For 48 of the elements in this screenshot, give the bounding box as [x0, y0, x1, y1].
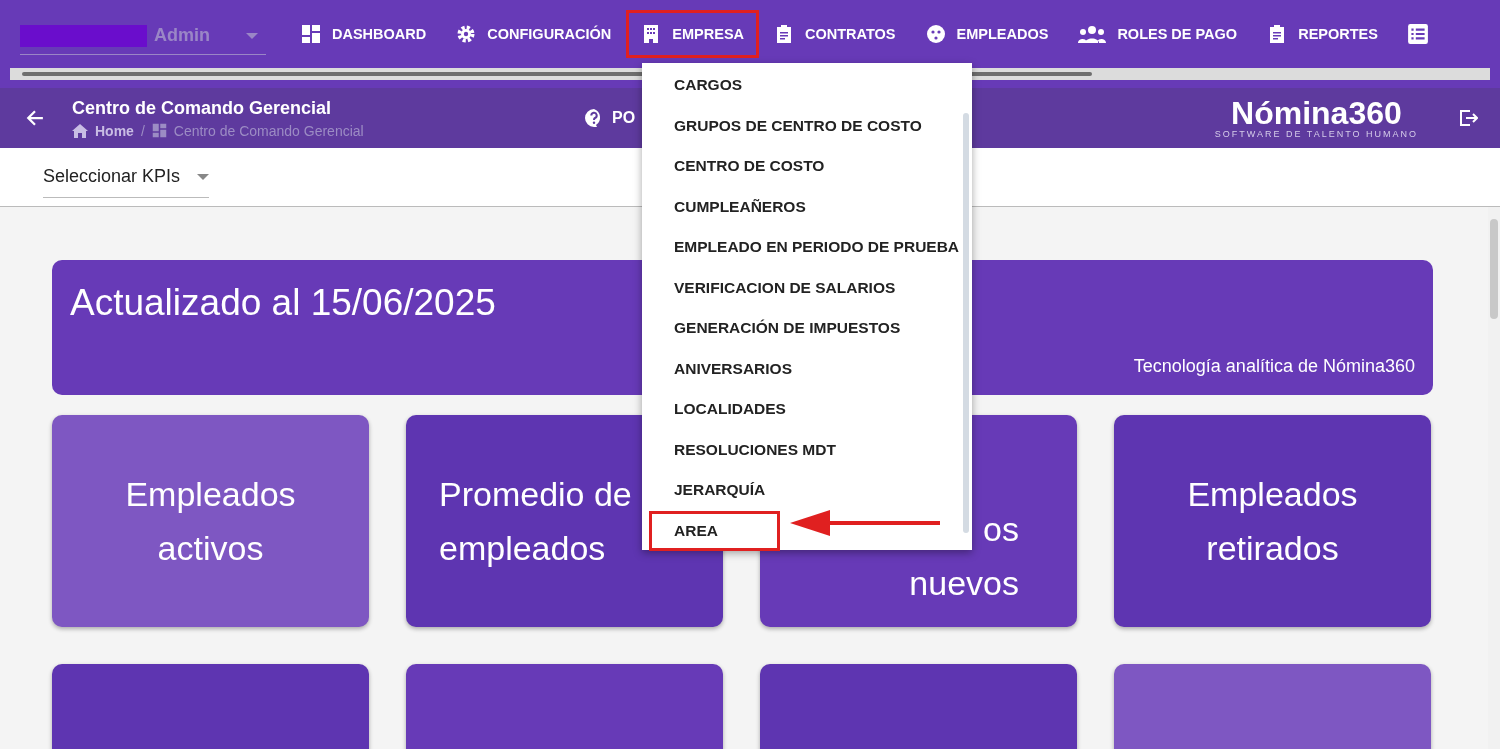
nav-link[interactable]: EMPRESA: [626, 10, 760, 58]
menu-item[interactable]: EMPLEADO EN PERIODO DE PRUEBA: [642, 227, 960, 268]
banner-footer: Tecnología analítica de Nómina360: [1133, 356, 1415, 377]
menu-item[interactable]: AREA: [649, 510, 780, 551]
brand-tagline: SOFTWARE DE TALENTO HUMANO: [1214, 129, 1418, 139]
card-title: Empleados: [125, 473, 296, 515]
banner-title: Actualizado al 15/06/2025: [70, 282, 496, 324]
card-title: nuevos: [909, 563, 1019, 604]
dashboard-icon: [151, 123, 167, 138]
menu-item[interactable]: GENERACIÓN DE IMPUESTOS: [642, 308, 960, 349]
card-title: activos: [157, 528, 264, 569]
home-icon: [72, 123, 88, 138]
breadcrumb-separator: /: [140, 122, 145, 139]
logout-icon[interactable]: [1458, 108, 1478, 128]
list-icon[interactable]: [1406, 23, 1429, 45]
user-role: Admin: [154, 25, 211, 46]
palette-icon: [925, 24, 946, 44]
nav-link[interactable]: CONTRATOS: [759, 10, 911, 58]
kpi-card[interactable]: Empleados activos: [52, 415, 369, 627]
menu-item[interactable]: ANIVERSARIOS: [642, 348, 960, 389]
menu-item[interactable]: CUMPLEAÑEROS: [642, 186, 960, 227]
menu-item[interactable]: GRUPOS DE CENTRO DE COSTO: [642, 105, 960, 146]
card-title: empleados: [439, 528, 606, 569]
kpi-card[interactable]: Empleados retirados: [1114, 415, 1431, 627]
caret-icon: [197, 173, 209, 180]
page-title: Centro de Comando Gerencial: [72, 97, 333, 119]
menu-item[interactable]: CENTRO DE COSTO: [642, 146, 960, 187]
card-title: os: [983, 508, 1019, 550]
people-icon: [1078, 24, 1107, 44]
nav-link[interactable]: EMPLEADOS: [910, 10, 1064, 58]
gear-icon: [456, 24, 477, 44]
kpi-select[interactable]: Seleccionar KPIs: [43, 156, 209, 198]
card-title: Promedio de: [439, 473, 632, 515]
card-title: Empleados: [1187, 473, 1358, 515]
menu-item[interactable]: VERIFICACION DE SALARIOS: [642, 267, 960, 308]
nav-link[interactable]: ROLES DE PAGO: [1063, 10, 1253, 58]
dashboard-icon: [301, 24, 321, 44]
brand-logo: Nómina360: [1230, 97, 1403, 129]
card-title: retirados: [1206, 528, 1339, 569]
nav-link[interactable]: REPORTES: [1252, 10, 1393, 58]
caret-icon: [246, 32, 258, 39]
breadcrumb-link[interactable]: Home: [95, 122, 134, 139]
breadcrumb-current: Centro de Comando Gerencial: [173, 122, 364, 139]
back-arrow-icon[interactable]: [26, 109, 44, 127]
nav-link[interactable]: DASHBOARD: [286, 10, 442, 58]
nav-link[interactable]: CONFIGURACIÓN: [441, 10, 627, 58]
help-link[interactable]: PO: [612, 109, 636, 127]
menu-item[interactable]: CARGOS: [642, 65, 960, 106]
